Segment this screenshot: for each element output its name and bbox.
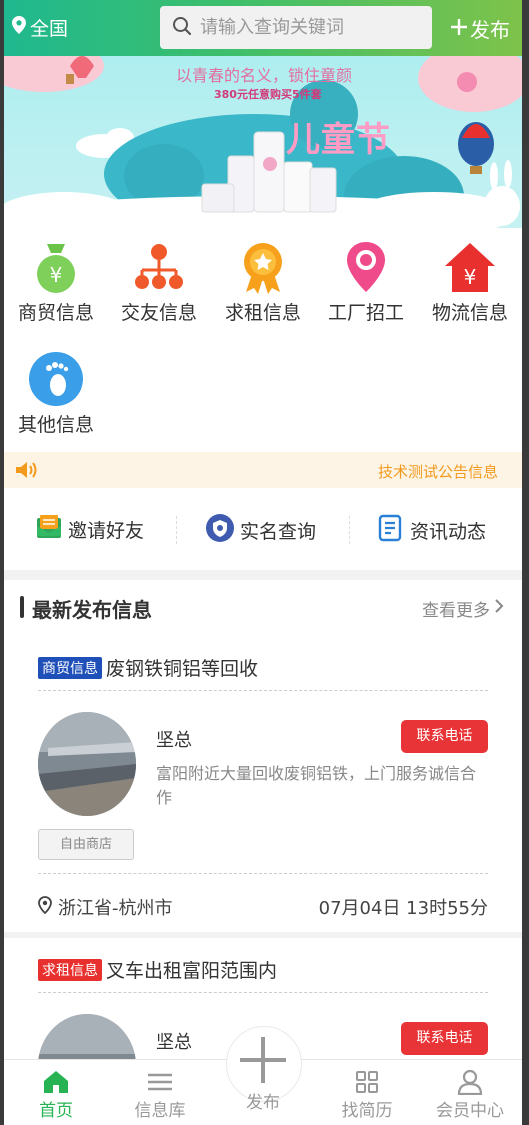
envelope-icon xyxy=(36,514,62,545)
category-grid: ¥ 商贸信息 交友信息 求租信息 工厂招工 ¥ 物流信息 其他信息 xyxy=(4,228,522,452)
call-button[interactable]: 联系电话 xyxy=(401,1022,488,1055)
post-time: 07月04日 13时55分 xyxy=(318,898,488,919)
location-pin-icon xyxy=(339,240,393,294)
speaker-icon xyxy=(14,460,38,484)
tab-label: 会员中心 xyxy=(436,1101,504,1121)
money-bag-icon: ¥ xyxy=(29,240,83,294)
location-selector[interactable]: 全国 xyxy=(12,14,68,41)
quick-link-label: 资讯动态 xyxy=(410,521,487,543)
top-header: 全国 发布 xyxy=(4,0,522,56)
publish-label: 发布 xyxy=(470,18,510,42)
search-box[interactable] xyxy=(160,6,432,49)
post-title-row: 求租信息 叉车出租富阳范围内 xyxy=(38,956,488,983)
view-more-label: 查看更多 xyxy=(422,601,490,621)
tab-member-center[interactable]: 会员中心 xyxy=(420,1068,520,1121)
divider xyxy=(38,690,488,691)
user-icon xyxy=(420,1068,520,1096)
tab-label: 发布 xyxy=(246,1093,280,1113)
footprint-icon xyxy=(29,352,83,406)
category-label: 物流信息 xyxy=(431,302,508,324)
location-label: 全国 xyxy=(30,18,69,40)
plus-icon xyxy=(213,1032,313,1088)
tab-publish[interactable]: 发布 xyxy=(213,1032,313,1113)
post-title-row: 商贸信息 废钢铁铜铝等回收 xyxy=(38,654,488,681)
svg-text:¥: ¥ xyxy=(50,263,63,287)
category-rental[interactable]: 求租信息 xyxy=(213,240,313,325)
category-social[interactable]: 交友信息 xyxy=(109,240,209,325)
tab-find-resume[interactable]: 找简历 xyxy=(317,1068,417,1121)
category-label: 工厂招工 xyxy=(327,302,404,324)
category-trade[interactable]: ¥ 商贸信息 xyxy=(6,240,106,325)
divider xyxy=(176,516,177,544)
category-logistics[interactable]: ¥ 物流信息 xyxy=(420,240,520,325)
category-label: 交友信息 xyxy=(120,302,197,324)
svg-text:¥: ¥ xyxy=(464,265,477,289)
invite-friends-link[interactable]: 邀请好友 xyxy=(36,514,144,545)
tab-home[interactable]: 首页 xyxy=(6,1068,106,1121)
house-yuan-icon: ¥ xyxy=(443,240,497,294)
network-icon xyxy=(132,240,186,294)
location-pin-icon xyxy=(38,895,52,919)
location-pin-icon xyxy=(12,16,26,39)
search-input[interactable] xyxy=(200,17,420,38)
bottom-tab-bar: 首页 信息库 发布 找简历 会员中心 xyxy=(4,1026,522,1125)
chevron-right-icon xyxy=(494,598,504,619)
divider xyxy=(349,516,350,544)
category-label: 商贸信息 xyxy=(17,302,94,324)
divider xyxy=(38,873,488,874)
post-location: 浙江省-杭州市 xyxy=(38,894,173,920)
real-name-query-link[interactable]: 实名查询 xyxy=(206,514,316,547)
tab-info-library[interactable]: 信息库 xyxy=(110,1068,210,1121)
post-tag: 商贸信息 xyxy=(38,656,102,679)
news-link[interactable]: 资讯动态 xyxy=(378,514,486,547)
document-icon xyxy=(378,514,404,547)
tab-label: 信息库 xyxy=(134,1101,186,1121)
quick-link-label: 实名查询 xyxy=(240,521,317,543)
publish-button[interactable]: 发布 xyxy=(450,14,510,43)
post-title: 废钢铁铜铝等回收 xyxy=(106,658,259,680)
post-tag: 求租信息 xyxy=(38,958,102,981)
promo-banner[interactable]: 以青春的名义，锁住童颜 380元任意购买5件套 儿童节 xyxy=(4,56,522,228)
medal-icon xyxy=(236,240,290,294)
shop-button[interactable]: 自由商店 xyxy=(38,829,134,860)
divider xyxy=(38,992,488,993)
menu-icon xyxy=(110,1068,210,1096)
category-factory-jobs[interactable]: 工厂招工 xyxy=(316,240,416,325)
post-meta: 浙江省-杭州市 07月04日 13时55分 xyxy=(38,890,488,924)
home-icon xyxy=(6,1068,106,1096)
search-icon xyxy=(172,16,192,40)
app-screen: 全国 发布 xyxy=(4,0,522,1125)
banner-promo: 380元任意购买5件套 xyxy=(214,88,322,101)
tab-label: 找简历 xyxy=(341,1101,393,1121)
poster-name: 坚总 xyxy=(156,730,192,751)
divider xyxy=(4,932,522,938)
grid-icon xyxy=(317,1068,417,1096)
id-shield-icon xyxy=(206,514,234,547)
notice-text: 技术测试公告信息 xyxy=(377,463,498,481)
view-more-link[interactable]: 查看更多 xyxy=(422,596,504,621)
category-label: 其他信息 xyxy=(17,414,94,436)
post-card[interactable]: 商贸信息 废钢铁铜铝等回收 坚总 联系电话 富阳附近大量回收废铜铝铁，上门服务诚信… xyxy=(38,654,488,934)
avatar xyxy=(38,712,136,816)
tab-label: 首页 xyxy=(39,1101,73,1121)
category-other[interactable]: 其他信息 xyxy=(6,352,106,437)
quick-link-label: 邀请好友 xyxy=(68,520,145,542)
call-button[interactable]: 联系电话 xyxy=(401,720,488,753)
post-description: 富阳附近大量回收废铜铝铁，上门服务诚信合作 xyxy=(156,764,477,807)
poster-name: 坚总 xyxy=(156,1032,192,1053)
section-header: 最新发布信息 查看更多 xyxy=(4,580,522,630)
post-title: 叉车出租富阳范围内 xyxy=(106,960,278,982)
location-text: 浙江省-杭州市 xyxy=(58,898,173,919)
plus-icon xyxy=(450,17,468,41)
category-label: 求租信息 xyxy=(224,302,301,324)
banner-brand: 儿童节 xyxy=(286,120,391,160)
quick-links: 邀请好友 实名查询 资讯动态 xyxy=(4,488,522,570)
notice-bar[interactable]: 技术测试公告信息 xyxy=(4,452,522,488)
section-title: 最新发布信息 xyxy=(32,598,152,622)
section-accent-bar xyxy=(20,596,24,618)
banner-slogan: 以青春的名义，锁住童颜 xyxy=(176,66,353,85)
